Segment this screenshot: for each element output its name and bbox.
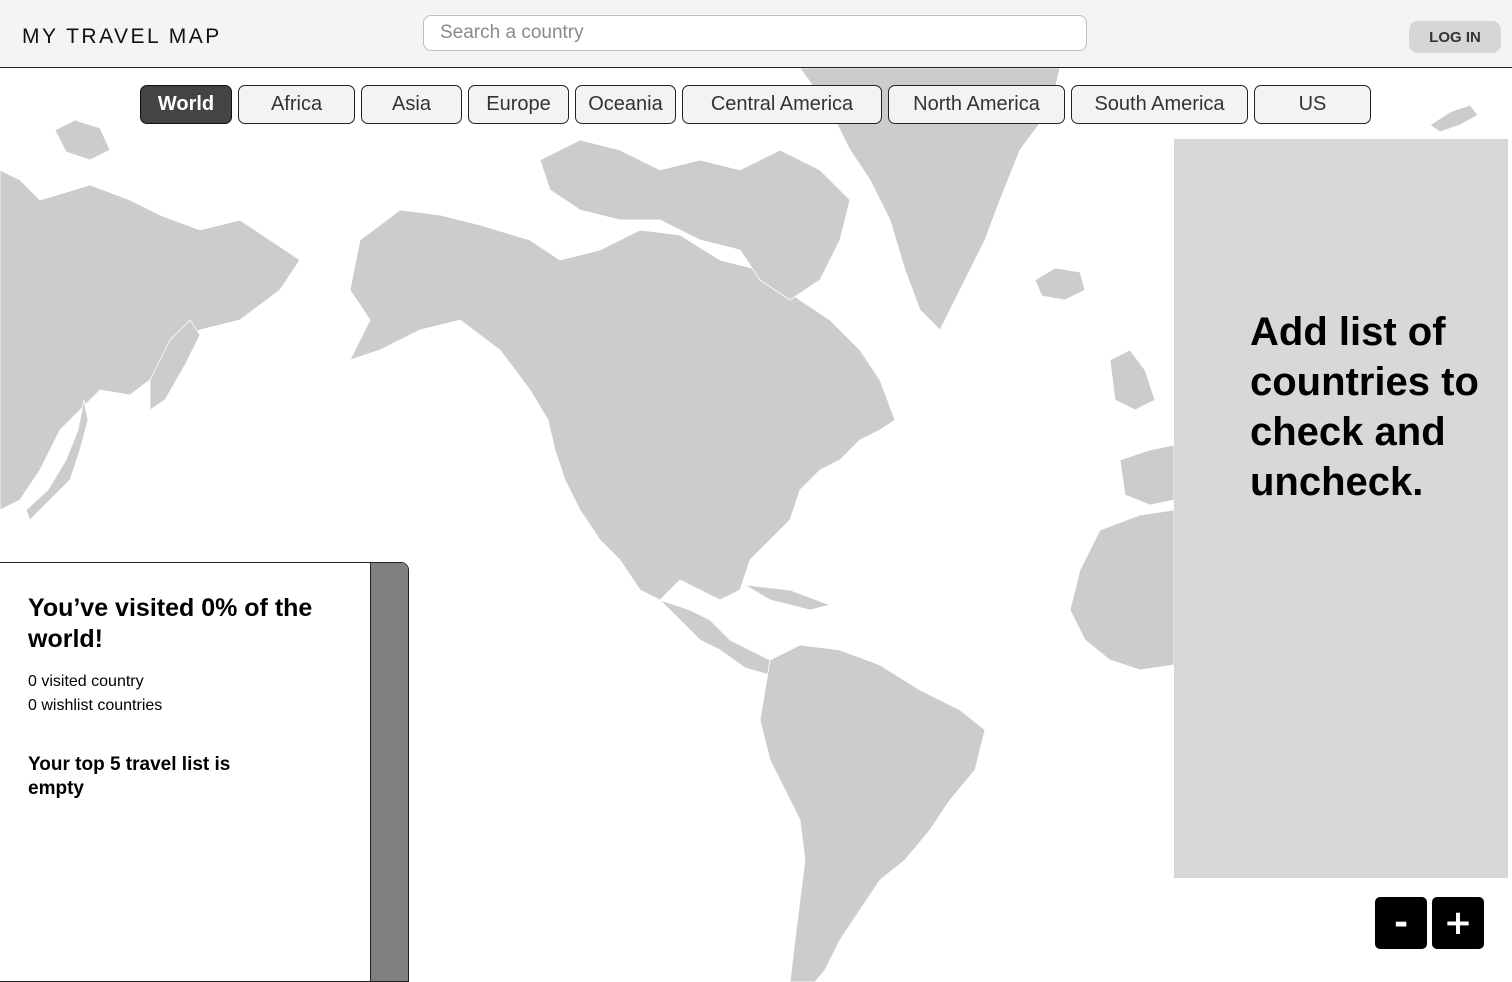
visited-count: 0 visited country xyxy=(28,673,144,690)
tab-asia[interactable]: Asia xyxy=(361,85,462,124)
search-input[interactable] xyxy=(424,16,1086,50)
login-button[interactable]: LOG IN xyxy=(1409,21,1501,53)
map-region-iceland[interactable] xyxy=(1034,267,1086,301)
map-region-south-america[interactable] xyxy=(759,644,986,982)
tab-south-america[interactable]: South America xyxy=(1071,85,1248,124)
map-region-central-america[interactable] xyxy=(659,599,781,676)
tab-europe[interactable]: Europe xyxy=(468,85,569,124)
panel-toggle-bar[interactable] xyxy=(370,563,408,981)
tab-central-america[interactable]: Central America xyxy=(682,85,882,124)
top-bar: MY TRAVEL MAP LOG IN xyxy=(0,0,1512,68)
stats-panel: You’ve visited 0% of the world! 0 visite… xyxy=(0,562,409,982)
tab-oceania[interactable]: Oceania xyxy=(575,85,676,124)
wishlist-count: 0 wishlist countries xyxy=(28,697,163,714)
tab-us[interactable]: US xyxy=(1254,85,1371,124)
zoom-in-button[interactable]: + xyxy=(1432,897,1484,949)
map-region-caribbean[interactable] xyxy=(744,584,832,611)
top5-empty-message: Your top 5 travel list is empty xyxy=(28,754,231,799)
country-list-placeholder: Add list of countries to check and unche… xyxy=(1250,310,1479,504)
map-region-asia-east[interactable] xyxy=(0,169,301,511)
country-list-panel: Add list of countries to check and unche… xyxy=(1174,139,1508,878)
map-region-uk[interactable] xyxy=(1109,349,1156,411)
tab-africa[interactable]: Africa xyxy=(238,85,355,124)
map-region-africa-west[interactable] xyxy=(1069,509,1175,671)
app-title: MY TRAVEL MAP xyxy=(22,25,222,48)
zoom-out-button[interactable]: - xyxy=(1375,897,1427,949)
map-region-svalbard[interactable] xyxy=(1429,104,1479,133)
search-box[interactable] xyxy=(423,15,1087,51)
map-region-arctic-islands-west[interactable] xyxy=(54,119,111,161)
tab-north-america[interactable]: North America xyxy=(888,85,1065,124)
tab-world[interactable]: World xyxy=(140,85,232,124)
visited-percent-headline: You’ve visited 0% of the world! xyxy=(28,594,313,653)
map-region-europe-west[interactable] xyxy=(1119,444,1175,506)
